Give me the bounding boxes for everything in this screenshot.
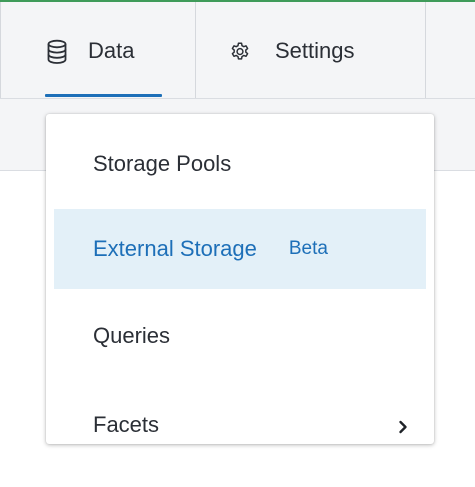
tab-data-label: Data xyxy=(88,38,135,63)
tab-settings[interactable]: Settings xyxy=(196,2,426,98)
tab-bar: Data Settings xyxy=(0,2,475,99)
menu-item-label: Storage Pools xyxy=(93,151,232,176)
tab-data[interactable]: Data xyxy=(0,2,196,98)
menu-item-label: Queries xyxy=(93,323,171,348)
active-tab-indicator xyxy=(45,94,162,97)
menu-item-label: External Storage xyxy=(93,236,257,261)
menu-item-external-storage[interactable]: External Storage Beta xyxy=(54,209,426,289)
database-icon xyxy=(46,39,68,65)
beta-badge: Beta xyxy=(288,238,328,259)
menu-item-label: Facets xyxy=(93,412,160,437)
menu-item-facets[interactable]: Facets xyxy=(54,385,426,465)
chevron-right-icon xyxy=(395,415,411,434)
data-dropdown-menu: Storage Pools External Storage Beta Quer… xyxy=(46,114,434,444)
tab-settings-label: Settings xyxy=(275,38,355,63)
gear-icon xyxy=(229,39,251,65)
menu-item-queries[interactable]: Queries xyxy=(54,296,426,376)
menu-item-storage-pools[interactable]: Storage Pools xyxy=(54,124,426,204)
